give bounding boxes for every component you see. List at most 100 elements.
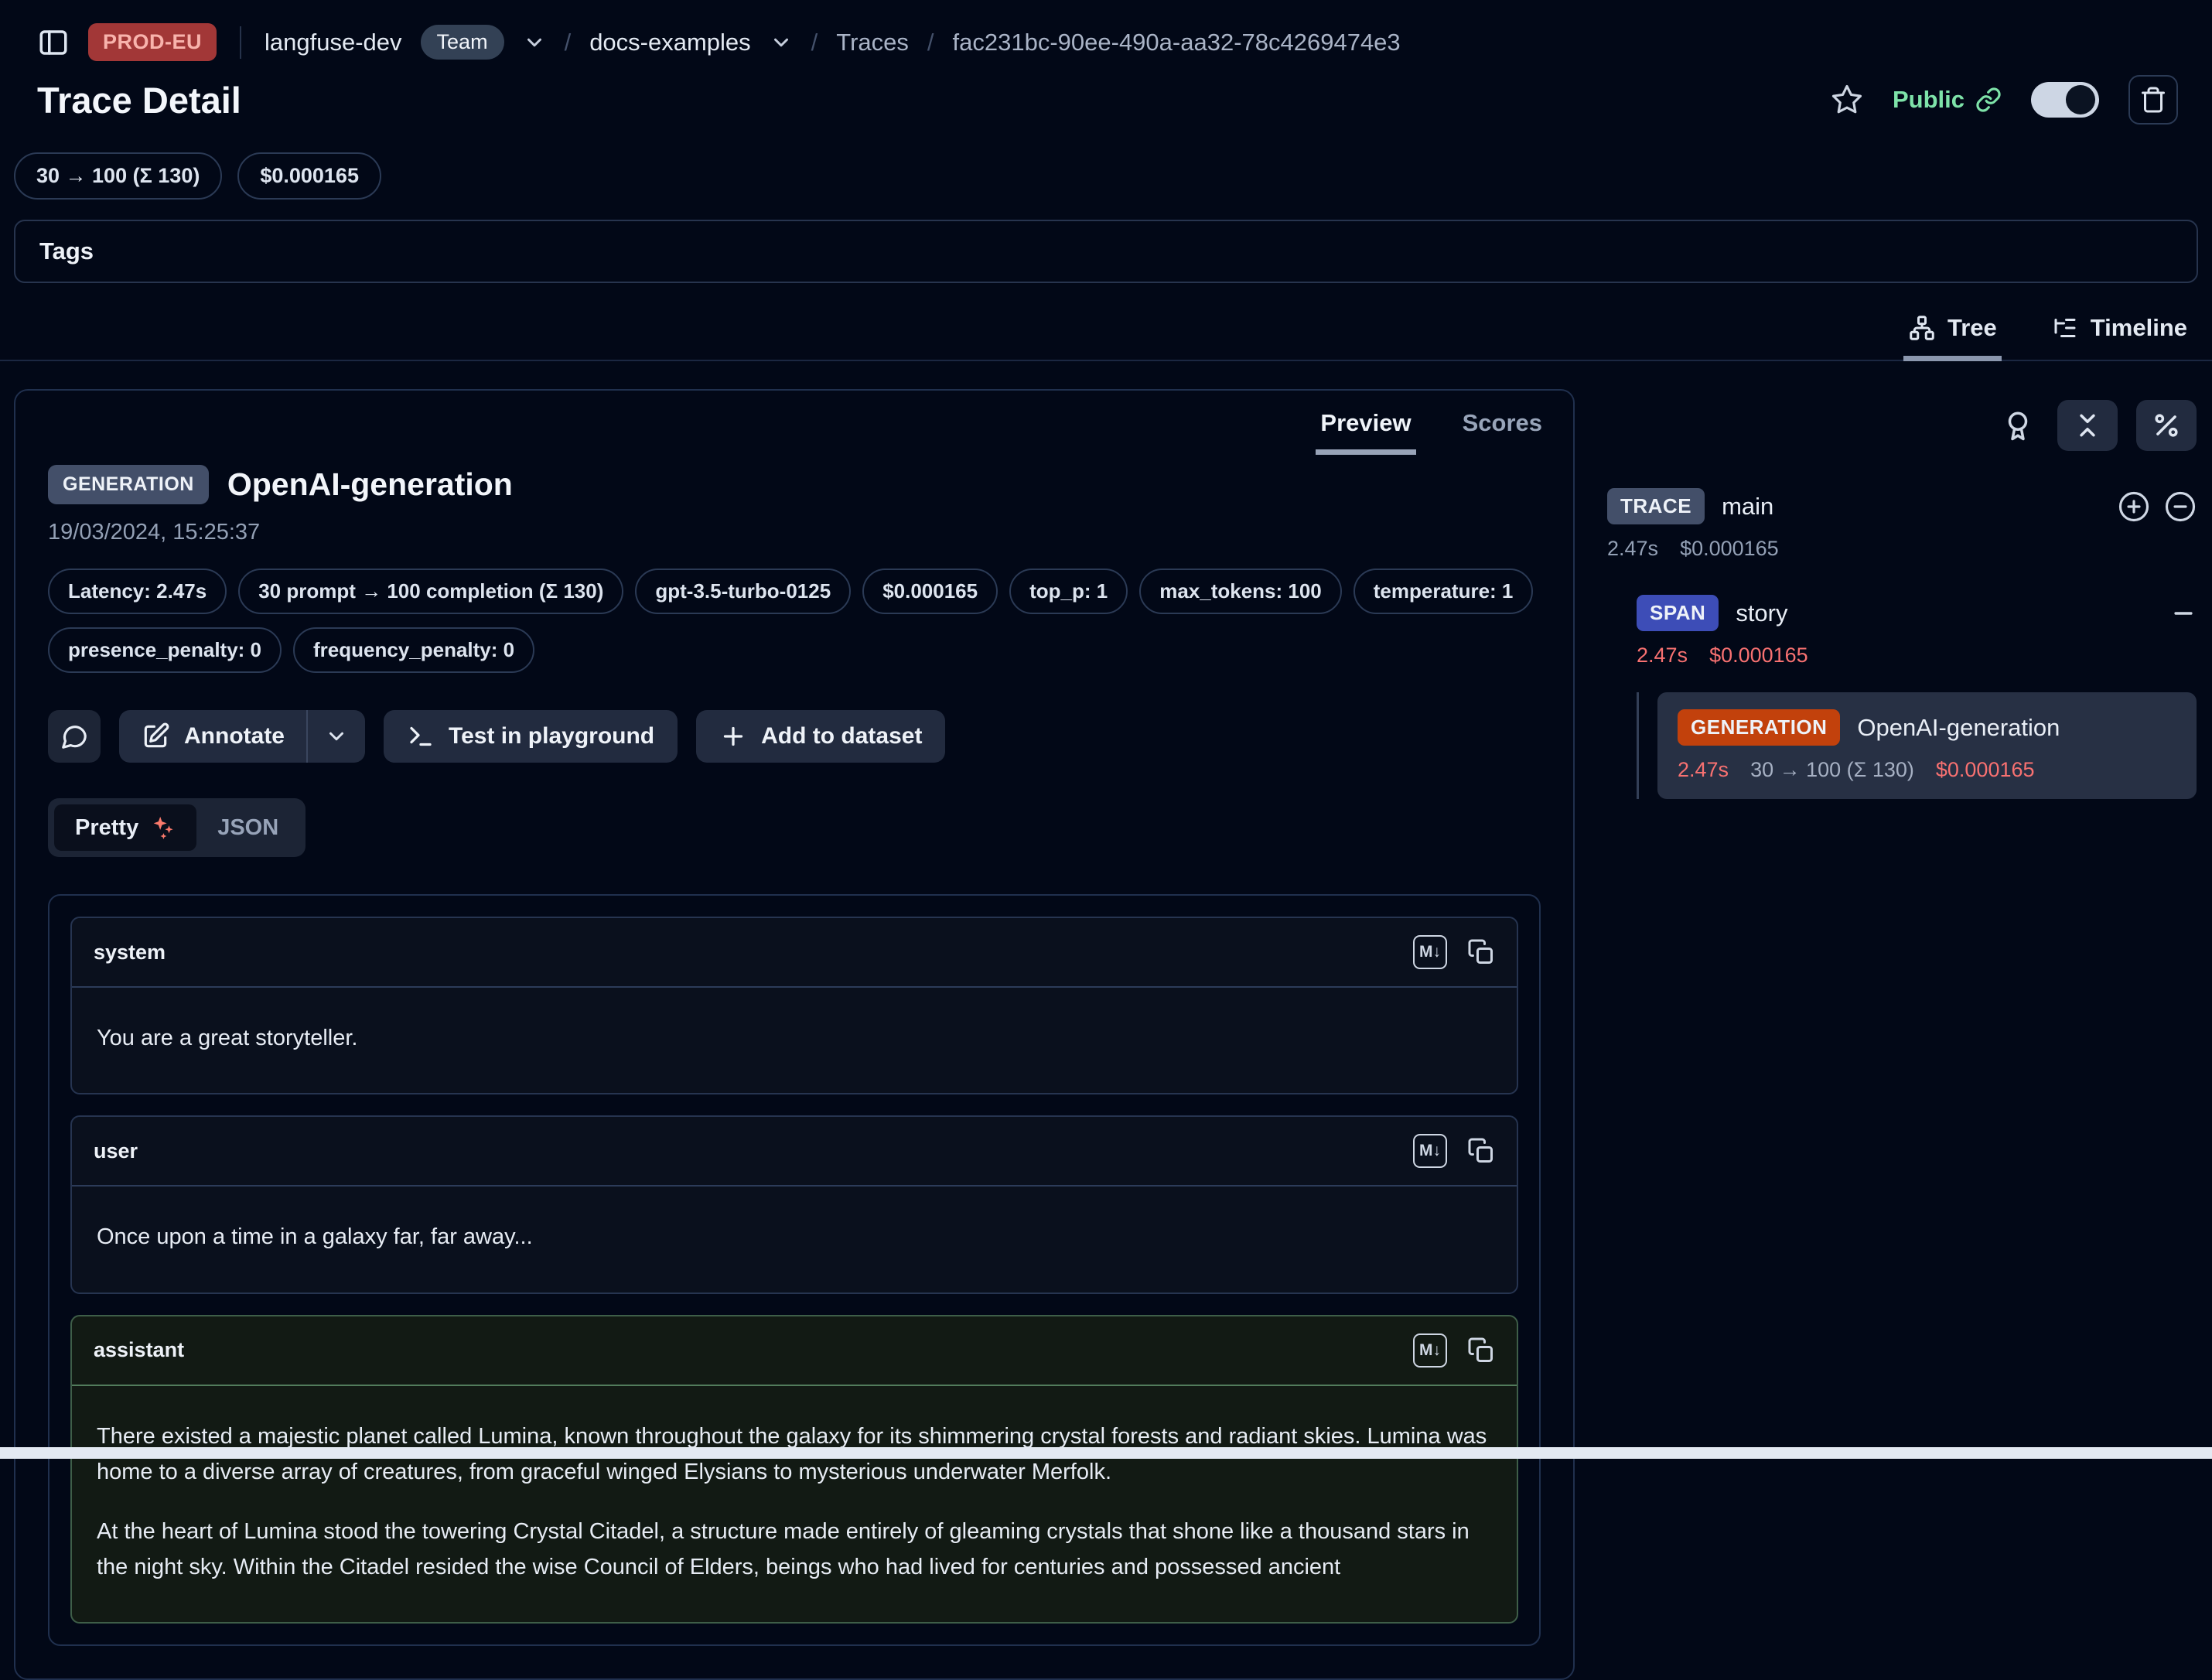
horizontal-scrollbar[interactable] — [0, 1447, 2212, 1459]
add-to-dataset-button[interactable]: Add to dataset — [696, 710, 945, 763]
markdown-toggle-icon[interactable]: M↓ — [1413, 935, 1447, 969]
test-in-playground-button[interactable]: Test in playground — [384, 710, 678, 763]
latency-badge: Latency: 2.47s — [48, 569, 227, 614]
tree-icon — [1908, 314, 1936, 342]
generation-cost: $0.000165 — [1936, 758, 2035, 782]
message-system: system M↓ You are a great storyteller. — [70, 917, 1518, 1094]
message-tools: M↓ — [1413, 1134, 1495, 1168]
breadcrumb-traces[interactable]: Traces — [836, 29, 909, 56]
observation-type-badge: GENERATION — [48, 465, 209, 504]
public-link[interactable]: Public — [1893, 86, 2002, 114]
trace-badge-row: 30 → 100 (Σ 130) $0.000165 — [0, 152, 2212, 200]
observation-title: OpenAI-generation — [227, 466, 513, 503]
message-tools: M↓ — [1413, 935, 1495, 969]
annotate-button[interactable]: Annotate — [119, 710, 306, 763]
tab-timeline[interactable]: Timeline — [2046, 314, 2192, 361]
tree-node-span[interactable]: SPAN story — [1637, 595, 2197, 631]
star-icon[interactable] — [1831, 84, 1863, 116]
tree-span-block: SPAN story 2.47s $0.000165 GENERATION Op… — [1637, 595, 2197, 799]
copy-icon[interactable] — [1467, 1337, 1495, 1364]
breadcrumb-separator: / — [811, 29, 818, 56]
copy-icon[interactable] — [1467, 938, 1495, 966]
trace-latency: 2.47s — [1607, 537, 1658, 561]
metrics-percent-button[interactable] — [2136, 400, 2197, 451]
observation-timestamp: 19/03/2024, 15:25:37 — [48, 520, 1541, 545]
terminal-icon — [407, 722, 435, 750]
cost-badge: $0.000165 — [862, 569, 998, 614]
page-title: Trace Detail — [37, 79, 241, 121]
token-badge: 30 prompt → 100 completion (Σ 130) — [238, 569, 623, 614]
span-name: story — [1736, 599, 1787, 627]
message-assistant: assistant M↓ There existed a majestic pl… — [70, 1315, 1518, 1624]
message-content: There existed a majestic planet called L… — [72, 1386, 1517, 1623]
expand-collapse-controls — [2118, 490, 2197, 523]
tab-tree[interactable]: Tree — [1903, 314, 2002, 361]
circle-minus-icon[interactable] — [2164, 490, 2197, 523]
trace-type-badge: TRACE — [1607, 488, 1705, 524]
org-type-pill: Team — [421, 25, 504, 60]
breadcrumb-trace-id: fac231bc-90ee-490a-aa32-78c4269474e3 — [953, 29, 1401, 56]
pretty-label: Pretty — [75, 815, 138, 841]
trash-icon — [2139, 86, 2167, 114]
annotate-split-button: Annotate — [119, 710, 365, 763]
delete-trace-button[interactable] — [2128, 75, 2178, 125]
breadcrumb-org[interactable]: langfuse-dev — [265, 29, 402, 56]
tab-scores[interactable]: Scores — [1458, 391, 1547, 455]
markdown-toggle-icon[interactable]: M↓ — [1413, 1333, 1447, 1368]
trace-tree-panel: TRACE main 2.47s $0.000165 SPAN story — [1607, 389, 2198, 799]
comment-button[interactable] — [48, 710, 101, 763]
public-toggle[interactable] — [2031, 82, 2099, 118]
tree-node-generation-selected[interactable]: GENERATION OpenAI-generation 2.47s 30 → … — [1657, 692, 2197, 799]
toggle-knob — [2066, 85, 2095, 114]
title-actions: Public — [1831, 75, 2178, 125]
view-tabs: Tree Timeline — [0, 314, 2212, 361]
breadcrumb-separator: / — [927, 29, 934, 56]
presence-penalty-badge: presence_penalty: 0 — [48, 627, 282, 673]
environment-badge: PROD-EU — [88, 23, 217, 61]
trace-metrics: 2.47s $0.000165 — [1607, 537, 2197, 561]
main-content: Preview Scores GENERATION OpenAI-generat… — [0, 361, 2212, 1680]
generation-latency: 2.47s — [1678, 758, 1729, 782]
message-header: user M↓ — [72, 1117, 1517, 1187]
circle-plus-icon[interactable] — [2118, 490, 2150, 523]
chevron-down-icon — [325, 725, 348, 748]
observation-header: GENERATION OpenAI-generation — [48, 465, 1541, 504]
span-latency: 2.47s — [1637, 644, 1688, 668]
breadcrumb-divider — [240, 26, 241, 59]
percent-icon — [2152, 411, 2181, 440]
action-buttons: Annotate Test in playground Add to datas… — [48, 710, 1541, 763]
add-to-dataset-label: Add to dataset — [761, 723, 922, 750]
preview-tabs: Preview Scores — [1316, 391, 1547, 455]
collapse-all-button[interactable] — [2057, 400, 2118, 451]
chevron-down-icon[interactable] — [523, 31, 546, 54]
annotate-dropdown-button[interactable] — [308, 710, 365, 763]
observation-badges: Latency: 2.47s 30 prompt → 100 completio… — [48, 569, 1541, 673]
generation-type-badge: GENERATION — [1678, 709, 1840, 746]
generation-name: OpenAI-generation — [1857, 714, 2060, 742]
temperature-badge: temperature: 1 — [1353, 569, 1534, 614]
tags-box[interactable]: Tags — [14, 220, 2198, 283]
sparkles-icon — [149, 814, 176, 841]
copy-icon[interactable] — [1467, 1137, 1495, 1165]
tree-node-trace[interactable]: TRACE main — [1607, 488, 2197, 524]
markdown-toggle-icon[interactable]: M↓ — [1413, 1134, 1447, 1168]
top-p-badge: top_p: 1 — [1009, 569, 1128, 614]
message-role: assistant — [94, 1338, 184, 1362]
trace-cost: $0.000165 — [1680, 537, 1779, 561]
collapse-node-icon[interactable] — [2170, 600, 2197, 627]
model-badge: gpt-3.5-turbo-0125 — [635, 569, 851, 614]
format-json-segment[interactable]: JSON — [196, 804, 299, 851]
format-pretty-segment[interactable]: Pretty — [54, 804, 196, 851]
chevrons-collapse-icon — [2073, 411, 2102, 440]
public-label: Public — [1893, 86, 1965, 114]
playground-label: Test in playground — [449, 723, 654, 750]
tab-preview[interactable]: Preview — [1316, 391, 1415, 455]
title-row: Trace Detail Public — [0, 72, 2212, 125]
award-icon[interactable] — [2002, 409, 2034, 442]
span-cost: $0.000165 — [1709, 644, 1808, 668]
breadcrumb-project[interactable]: docs-examples — [589, 29, 750, 56]
chevron-down-icon[interactable] — [770, 31, 793, 54]
topbar: PROD-EU langfuse-dev Team / docs-example… — [0, 0, 2212, 72]
sidebar-toggle-icon[interactable] — [37, 26, 70, 59]
message-content: You are a great storyteller. — [72, 988, 1517, 1093]
